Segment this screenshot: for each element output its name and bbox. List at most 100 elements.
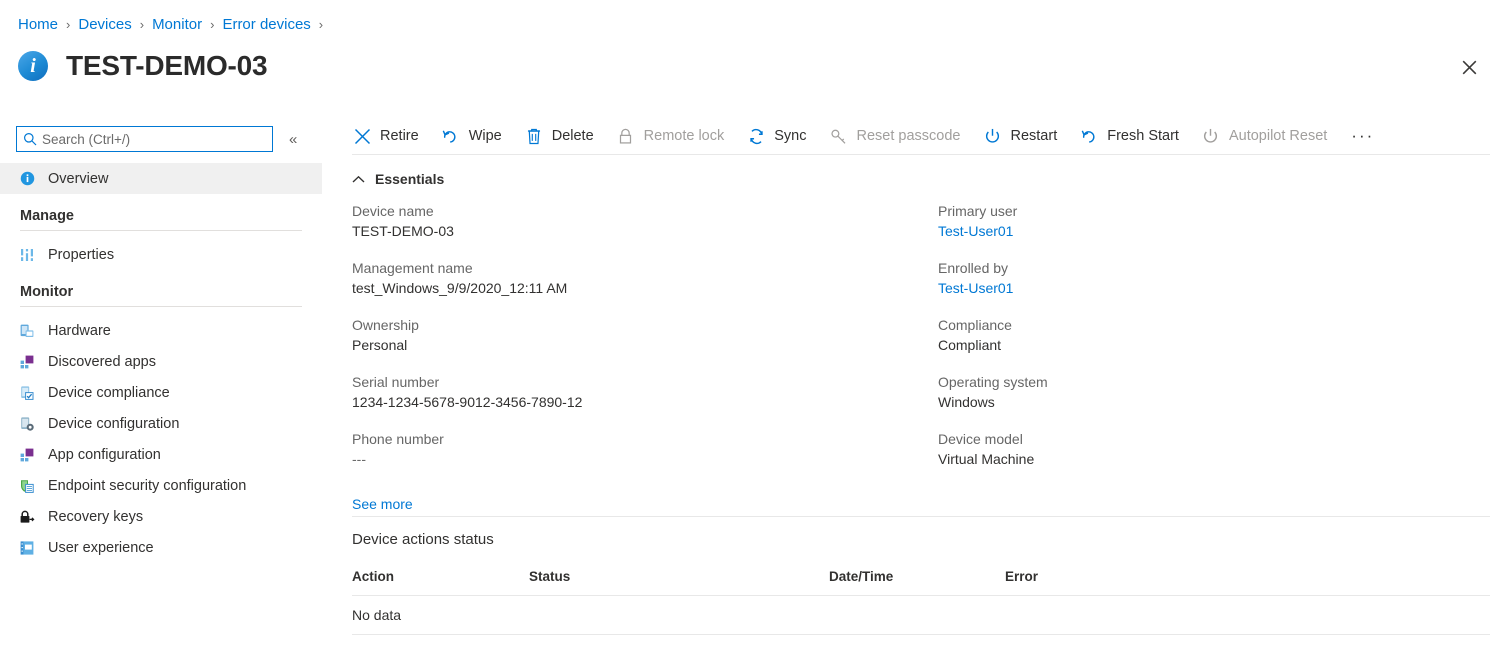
field-device-model: Device model Virtual Machine <box>938 429 1048 470</box>
more-commands-button[interactable]: ··· <box>1345 126 1380 146</box>
tool-label: Retire <box>380 128 419 144</box>
search-box[interactable] <box>16 126 273 152</box>
field-device-name: Device name TEST-DEMO-03 <box>352 201 582 242</box>
column-header-action[interactable]: Action <box>352 569 394 584</box>
search-input[interactable] <box>42 132 242 147</box>
device-actions-title: Device actions status <box>352 531 494 548</box>
sidebar-item-label: Recovery keys <box>48 509 143 525</box>
key-icon <box>829 126 849 146</box>
field-value: 1234-1234-5678-9012-3456-7890-12 <box>352 392 582 413</box>
delete-button[interactable]: Delete <box>524 120 605 152</box>
field-operating-system: Operating system Windows <box>938 372 1048 413</box>
table-row: No data <box>352 596 1490 634</box>
sidebar-section-divider <box>20 306 302 307</box>
essentials-left-column: Device name TEST-DEMO-03 Management name… <box>352 201 582 486</box>
sidebar-section-manage-title: Manage <box>0 208 322 224</box>
sidebar-item-label: Device configuration <box>48 416 179 432</box>
field-value: Windows <box>938 392 1048 413</box>
tool-label: Fresh Start <box>1107 128 1179 144</box>
field-serial-number: Serial number 1234-1234-5678-9012-3456-7… <box>352 372 582 413</box>
field-management-name: Management name test_Windows_9/9/2020_12… <box>352 258 582 299</box>
lock-key-icon <box>18 508 36 526</box>
sidebar-item-label: Device compliance <box>48 385 170 401</box>
sidebar-item-label: Properties <box>48 247 114 263</box>
info-icon: i <box>18 51 48 81</box>
info-icon <box>18 170 36 188</box>
autopilot-reset-button: Autopilot Reset <box>1201 120 1338 152</box>
power-icon <box>982 126 1002 146</box>
tool-label: Remote lock <box>644 128 725 144</box>
sidebar-item-user-experience[interactable]: User experience <box>0 532 322 563</box>
sidebar-item-discovered-apps[interactable]: Discovered apps <box>0 346 322 377</box>
sidebar-collapse-icon[interactable]: « <box>289 132 297 147</box>
essentials-toggle[interactable]: Essentials <box>352 171 462 187</box>
field-compliance: Compliance Compliant <box>938 315 1048 356</box>
field-value: Virtual Machine <box>938 449 1048 470</box>
shield-icon <box>18 477 36 495</box>
see-more-link[interactable]: See more <box>352 496 413 512</box>
sidebar-item-endpoint-security-configuration[interactable]: Endpoint security configuration <box>0 470 322 501</box>
sidebar-item-overview[interactable]: Overview <box>0 163 322 194</box>
power-icon <box>1201 126 1221 146</box>
fresh-start-button[interactable]: Fresh Start <box>1079 120 1190 152</box>
sidebar-item-properties[interactable]: Properties <box>0 239 322 270</box>
field-label: Serial number <box>352 372 582 392</box>
breadcrumb-separator-icon: › <box>66 17 70 32</box>
device-overview-page: Home › Devices › Monitor › Error devices… <box>0 0 1498 672</box>
apps-icon <box>18 353 36 371</box>
sidebar-section-divider <box>20 230 302 231</box>
device-actions-table: Action Status Date/Time Error No data <box>352 563 1490 635</box>
sidebar-section-monitor-title: Monitor <box>0 284 322 300</box>
sync-icon <box>746 126 766 146</box>
tool-label: Delete <box>552 128 594 144</box>
command-toolbar: Retire Wipe <box>340 118 1498 154</box>
notebook-icon <box>18 539 36 557</box>
field-value: TEST-DEMO-03 <box>352 221 582 242</box>
column-header-status[interactable]: Status <box>529 569 570 584</box>
reset-passcode-button: Reset passcode <box>829 120 972 152</box>
column-header-datetime[interactable]: Date/Time <box>829 569 893 584</box>
field-ownership: Ownership Personal <box>352 315 582 356</box>
tool-label: Sync <box>774 128 806 144</box>
sidebar-item-device-compliance[interactable]: Device compliance <box>0 377 322 408</box>
field-value: Personal <box>352 335 582 356</box>
sidebar: « Overview Manage <box>0 118 322 672</box>
breadcrumb-item-devices[interactable]: Devices <box>78 16 131 33</box>
essentials-divider <box>352 516 1490 517</box>
field-value-link[interactable]: Test-User01 <box>938 221 1048 242</box>
field-label: Compliance <box>938 315 1048 335</box>
sidebar-item-label: App configuration <box>48 447 161 463</box>
tool-label: Wipe <box>469 128 502 144</box>
sidebar-item-device-configuration[interactable]: Device configuration <box>0 408 322 439</box>
field-value: --- <box>352 449 582 470</box>
column-header-error[interactable]: Error <box>1005 569 1038 584</box>
wipe-button[interactable]: Wipe <box>441 120 513 152</box>
table-row-divider <box>352 634 1490 635</box>
field-label: Enrolled by <box>938 258 1048 278</box>
field-value-link[interactable]: Test-User01 <box>938 278 1048 299</box>
sidebar-item-recovery-keys[interactable]: Recovery keys <box>0 501 322 532</box>
field-value: Compliant <box>938 335 1048 356</box>
restart-button[interactable]: Restart <box>982 120 1068 152</box>
sidebar-item-label: User experience <box>48 540 154 556</box>
close-icon[interactable] <box>1454 52 1484 82</box>
breadcrumb-item-monitor[interactable]: Monitor <box>152 16 202 33</box>
sync-button[interactable]: Sync <box>746 120 817 152</box>
device-check-icon <box>18 384 36 402</box>
toolbar-divider <box>352 154 1490 155</box>
field-phone-number: Phone number --- <box>352 429 582 470</box>
sidebar-item-label: Overview <box>48 171 108 187</box>
breadcrumb-item-home[interactable]: Home <box>18 16 58 33</box>
field-label: Device model <box>938 429 1048 449</box>
breadcrumb-item-error-devices[interactable]: Error devices <box>222 16 310 33</box>
tool-label: Autopilot Reset <box>1229 128 1327 144</box>
sidebar-nav: Overview Manage Properties <box>0 163 322 563</box>
table-header-row: Action Status Date/Time Error <box>352 563 1490 595</box>
sidebar-item-hardware[interactable]: Hardware <box>0 315 322 346</box>
sidebar-item-app-configuration[interactable]: App configuration <box>0 439 322 470</box>
x-icon <box>352 126 372 146</box>
retire-button[interactable]: Retire <box>352 120 430 152</box>
main-content: Retire Wipe <box>340 118 1498 672</box>
sidebar-item-label: Hardware <box>48 323 111 339</box>
field-enrolled-by: Enrolled by Test-User01 <box>938 258 1048 299</box>
